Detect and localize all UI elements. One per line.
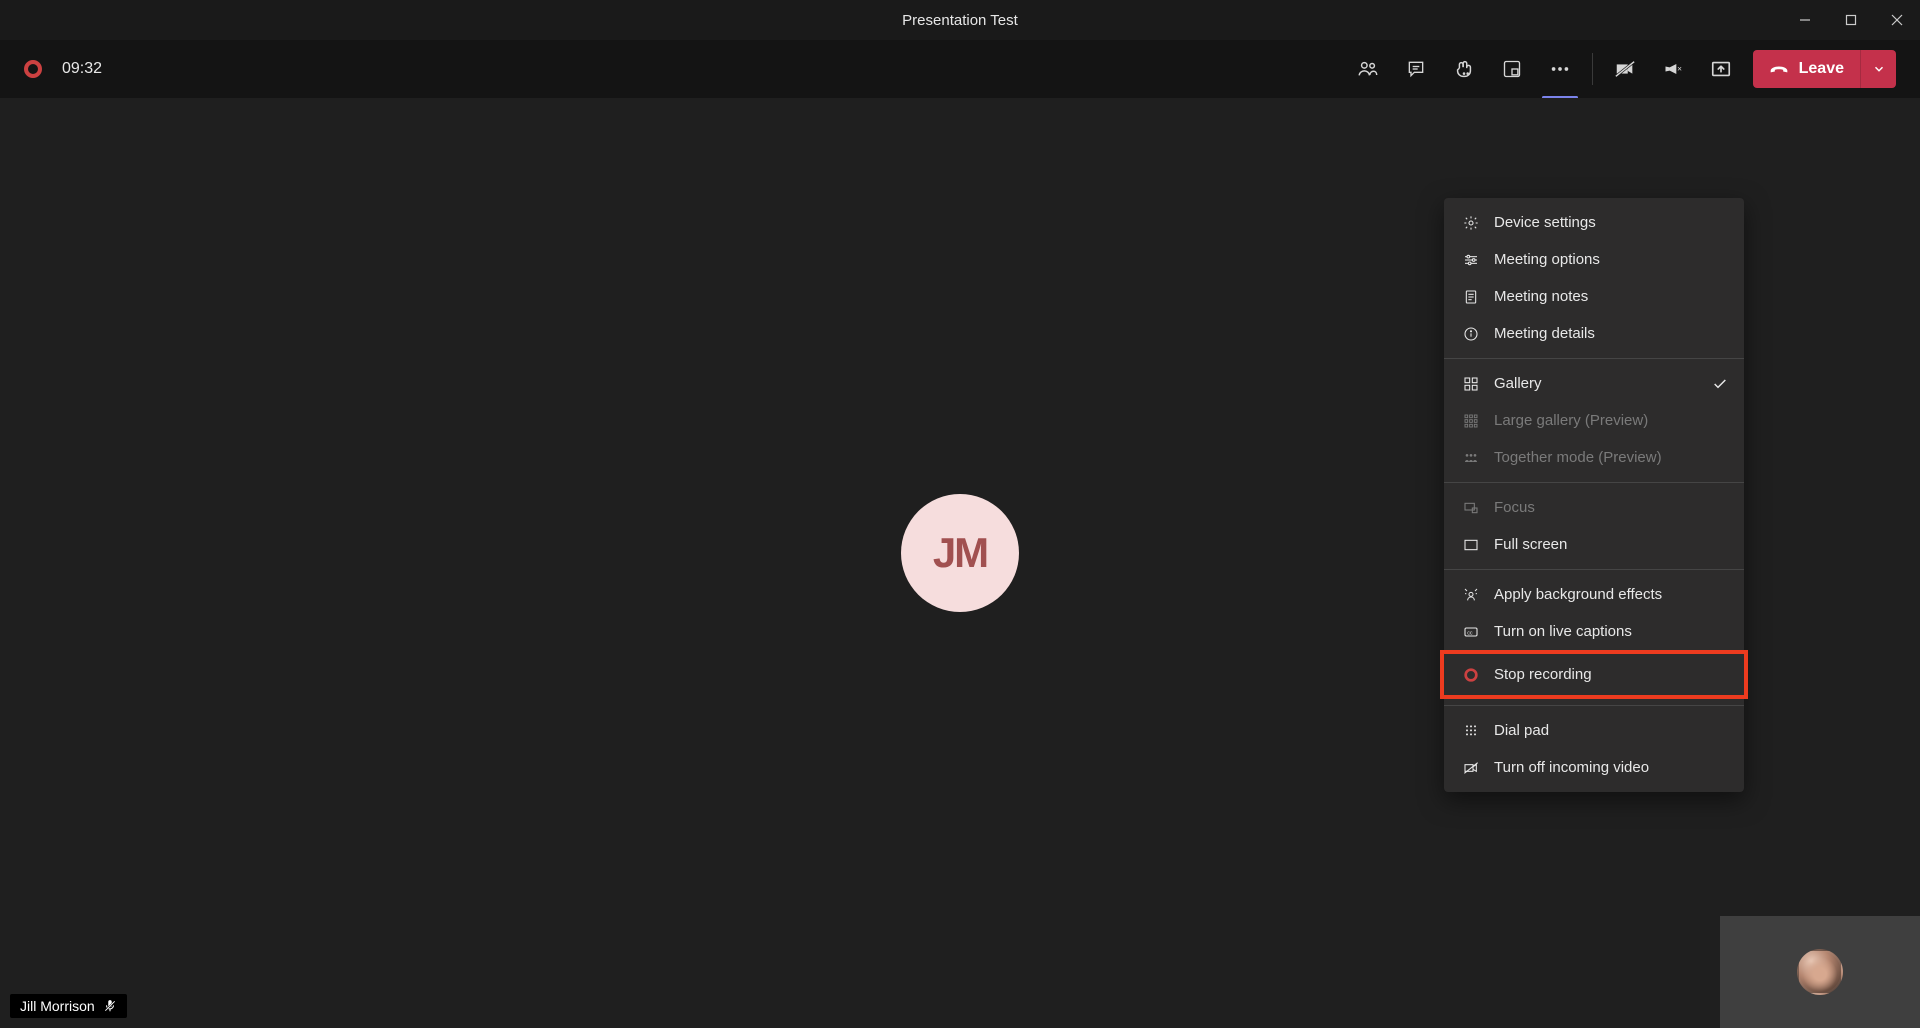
participant-name-tag: Jill Morrison (10, 994, 127, 1018)
svg-text:×: × (1677, 64, 1682, 74)
leave-button[interactable]: Leave (1753, 50, 1860, 88)
menu-background-effects[interactable]: Apply background effects (1444, 576, 1744, 613)
menu-label: Dial pad (1494, 722, 1549, 739)
participants-button[interactable] (1344, 45, 1392, 93)
checkmark-icon (1712, 376, 1728, 392)
toolbar-separator (1592, 53, 1593, 85)
svg-text:cc: cc (1467, 630, 1473, 636)
menu-full-screen[interactable]: Full screen (1444, 526, 1744, 563)
menu-stop-recording[interactable]: Stop recording (1440, 650, 1748, 699)
menu-divider (1444, 358, 1744, 359)
close-window-button[interactable] (1874, 0, 1920, 40)
grid-icon (1462, 376, 1480, 392)
fullscreen-icon (1462, 537, 1480, 553)
minimize-button[interactable] (1782, 0, 1828, 40)
menu-gallery[interactable]: Gallery (1444, 365, 1744, 402)
more-actions-button[interactable] (1536, 45, 1584, 93)
menu-label: Turn off incoming video (1494, 759, 1649, 776)
meeting-timer: 09:32 (62, 60, 102, 78)
menu-turn-off-incoming-video[interactable]: Turn off incoming video (1444, 749, 1744, 786)
video-off-icon (1462, 760, 1480, 776)
avatar-initials: JM (933, 529, 987, 577)
meeting-stage: JM Device settings Meeting options Meeti… (0, 98, 1920, 1028)
menu-live-captions[interactable]: cc Turn on live captions (1444, 613, 1744, 650)
participant-avatar: JM (901, 494, 1019, 612)
menu-divider (1444, 705, 1744, 706)
participant-name: Jill Morrison (20, 998, 95, 1014)
menu-label: Large gallery (Preview) (1494, 412, 1648, 429)
dialpad-icon (1462, 723, 1480, 739)
mic-muted-icon (103, 999, 117, 1013)
menu-divider (1444, 569, 1744, 570)
menu-meeting-details[interactable]: Meeting details (1444, 315, 1744, 352)
share-screen-button[interactable] (1697, 45, 1745, 93)
captions-icon: cc (1462, 624, 1480, 640)
menu-label: Gallery (1494, 375, 1542, 392)
notes-icon (1462, 289, 1480, 305)
menu-meeting-options[interactable]: Meeting options (1444, 241, 1744, 278)
leave-dropdown-button[interactable] (1860, 50, 1896, 88)
menu-label: Stop recording (1494, 666, 1592, 683)
self-avatar (1797, 949, 1843, 995)
menu-meeting-notes[interactable]: Meeting notes (1444, 278, 1744, 315)
people-group-icon (1462, 450, 1480, 466)
menu-large-gallery: Large gallery (Preview) (1444, 402, 1744, 439)
info-icon (1462, 326, 1480, 342)
menu-label: Turn on live captions (1494, 623, 1632, 640)
leave-label: Leave (1799, 60, 1844, 78)
leave-button-group: Leave (1753, 50, 1896, 88)
reactions-button[interactable] (1440, 45, 1488, 93)
camera-toggle-button[interactable] (1601, 45, 1649, 93)
hangup-icon (1769, 59, 1789, 79)
menu-device-settings[interactable]: Device settings (1444, 204, 1744, 241)
recording-indicator-icon (24, 60, 42, 78)
menu-label: Together mode (Preview) (1494, 449, 1662, 466)
sliders-icon (1462, 252, 1480, 268)
menu-label: Meeting details (1494, 325, 1595, 342)
window-controls (1782, 0, 1920, 40)
large-grid-icon (1462, 413, 1480, 429)
menu-divider (1444, 482, 1744, 483)
record-icon (1462, 667, 1480, 683)
menu-label: Apply background effects (1494, 586, 1662, 603)
menu-label: Full screen (1494, 536, 1567, 553)
menu-label: Meeting notes (1494, 288, 1588, 305)
menu-dial-pad[interactable]: Dial pad (1444, 712, 1744, 749)
background-effects-icon (1462, 587, 1480, 603)
menu-focus: Focus (1444, 489, 1744, 526)
rooms-button[interactable] (1488, 45, 1536, 93)
window-title: Presentation Test (902, 12, 1018, 29)
menu-together-mode: Together mode (Preview) (1444, 439, 1744, 476)
self-view[interactable] (1720, 916, 1920, 1028)
menu-label: Focus (1494, 499, 1535, 516)
focus-icon (1462, 500, 1480, 516)
meeting-toolbar: 09:32 × Leave (0, 40, 1920, 98)
gear-icon (1462, 215, 1480, 231)
maximize-button[interactable] (1828, 0, 1874, 40)
menu-label: Device settings (1494, 214, 1596, 231)
more-actions-menu: Device settings Meeting options Meeting … (1444, 198, 1744, 792)
mic-toggle-button[interactable]: × (1649, 45, 1697, 93)
title-bar: Presentation Test (0, 0, 1920, 40)
chat-button[interactable] (1392, 45, 1440, 93)
menu-label: Meeting options (1494, 251, 1600, 268)
